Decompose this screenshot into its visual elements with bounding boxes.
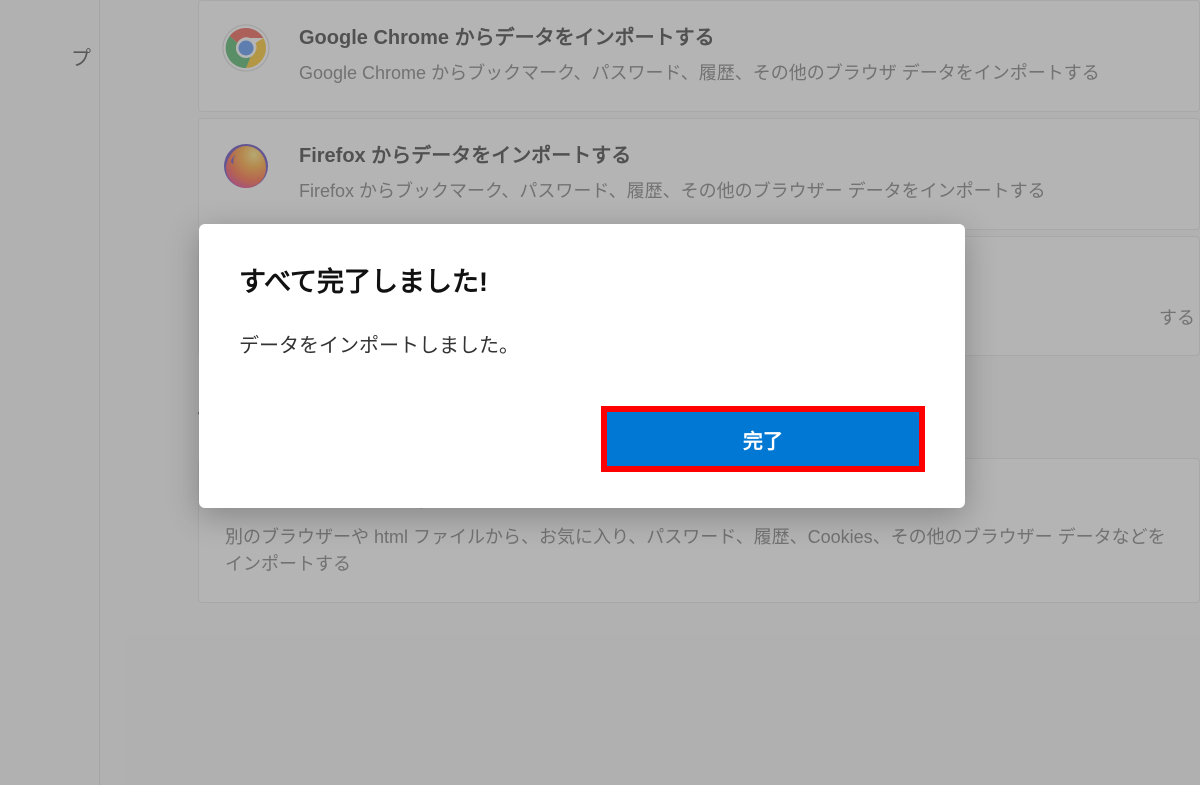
dialog-body: データをインポートしました。 xyxy=(239,329,925,358)
dialog-title: すべて完了しました! xyxy=(239,260,925,299)
dialog-footer: 完了 xyxy=(239,406,925,472)
done-button[interactable]: 完了 xyxy=(607,412,919,466)
import-complete-dialog: すべて完了しました! データをインポートしました。 完了 xyxy=(199,224,965,508)
done-button-highlight: 完了 xyxy=(601,406,925,472)
